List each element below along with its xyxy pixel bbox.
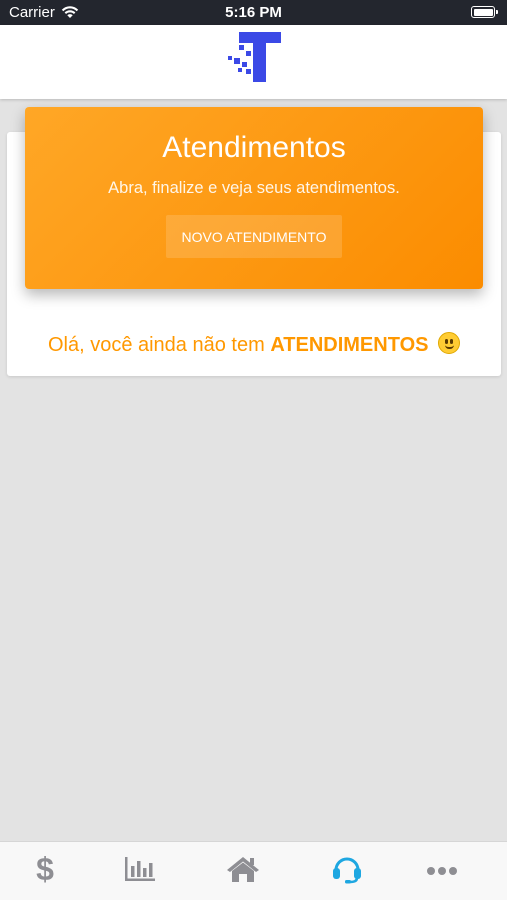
brand-t-logo-icon	[226, 31, 282, 88]
empty-state-message: Olá, você ainda não tem ATENDIMENTOS	[7, 332, 501, 357]
hero-title: Atendimentos	[162, 131, 346, 164]
battery-icon	[471, 6, 498, 18]
tab-attendances[interactable]	[297, 842, 397, 900]
home-icon	[226, 855, 260, 888]
tab-more[interactable]	[392, 842, 492, 900]
svg-text:$: $	[36, 853, 54, 885]
app-header	[0, 25, 507, 99]
headset-icon	[331, 854, 363, 889]
attendances-hero-card: Atendimentos Abra, finalize e veja seus …	[25, 107, 483, 289]
more-icon	[426, 863, 458, 881]
tab-finance[interactable]: $	[0, 842, 95, 900]
hero-subtitle: Abra, finalize e veja seus atendimentos.	[108, 179, 400, 197]
status-bar: Carrier 5:16 PM	[0, 0, 507, 25]
smile-emoji-icon	[438, 332, 461, 354]
new-attendance-button[interactable]: NOVO ATENDIMENTO	[166, 215, 342, 258]
dollar-icon: $	[34, 851, 56, 890]
tab-reports[interactable]	[90, 842, 190, 900]
tab-home[interactable]	[193, 842, 293, 900]
empty-state-prefix: Olá, você ainda não tem	[47, 334, 271, 356]
bar-chart-icon	[124, 856, 156, 887]
status-time: 5:16 PM	[225, 4, 282, 21]
empty-state-bold: ATENDIMENTOS	[270, 334, 429, 356]
tab-bar: $	[0, 841, 507, 900]
